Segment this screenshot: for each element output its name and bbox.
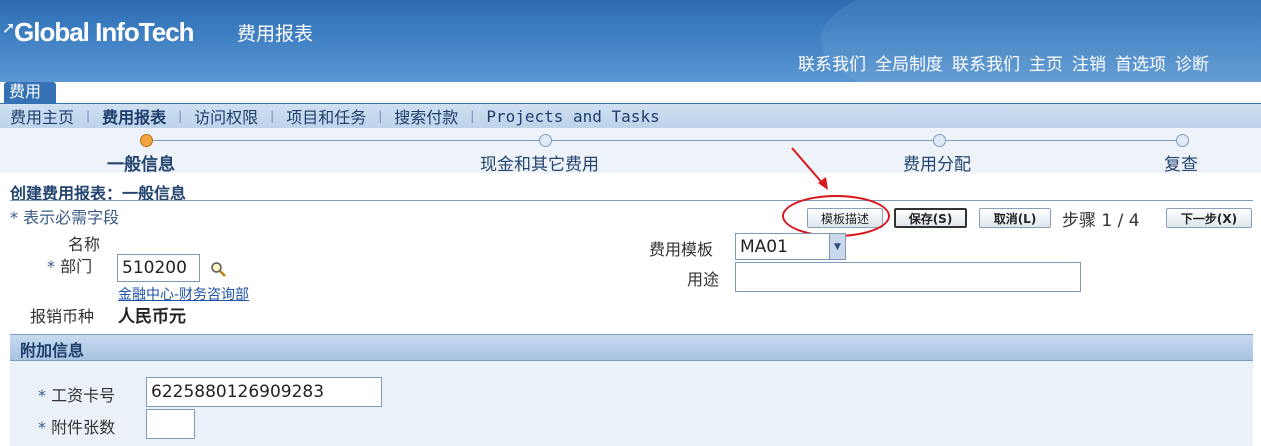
train-step-review[interactable]: 复查 — [1164, 150, 1198, 175]
dept-description-link[interactable]: 金融中心-财务咨询部 — [118, 284, 249, 304]
template-select-value: MA01 — [740, 236, 788, 257]
process-train: 一般信息 现金和其它费用 费用分配 复查 — [0, 128, 1261, 175]
page-title-divider — [10, 200, 1253, 201]
required-star: * — [47, 257, 55, 276]
train-step-dot-review[interactable] — [1176, 134, 1189, 147]
section-title: 附加信息 — [20, 341, 85, 360]
salary-card-input[interactable]: 6225880126909283 — [146, 377, 382, 407]
attach-label: 附件张数 — [51, 418, 116, 437]
additional-info-header: 附加信息 — [10, 334, 1253, 361]
app-header: ➚ Global InfoTech 费用报表 联系我们 全局制度 联系我们 主页… — [0, 0, 1261, 82]
subnav-expense-home[interactable]: 费用主页 — [10, 104, 74, 128]
app-title: 费用报表 — [237, 23, 314, 45]
sub-navigation: 费用主页 | 费用报表 | 访问权限 | 项目和任务 | 搜索付款 | Proj… — [0, 103, 1261, 128]
subnav-separator: | — [86, 109, 91, 123]
tab-expense[interactable]: 费用 — [4, 82, 56, 103]
company-logo: Global InfoTech — [14, 17, 195, 47]
magnifier-icon[interactable] — [210, 261, 227, 278]
dept-label: 部门 — [60, 257, 93, 276]
train-step-general: 一般信息 — [107, 155, 175, 175]
attachment-count-input[interactable] — [146, 409, 195, 439]
next-button[interactable]: 下一步(X) — [1166, 208, 1252, 228]
currency-label: 报销币种 — [30, 307, 95, 326]
train-step-cash[interactable]: 现金和其它费用 — [480, 150, 599, 175]
global-link-diagnostics[interactable]: 诊断 — [1175, 50, 1209, 75]
cancel-button[interactable]: 取消(L) — [979, 208, 1051, 228]
purpose-label: 用途 — [687, 270, 720, 289]
train-step-dot-allocation[interactable] — [933, 134, 946, 147]
subnav-separator: | — [270, 109, 275, 123]
global-link-contact[interactable]: 联系我们 — [798, 50, 866, 75]
save-button[interactable]: 保存(S) — [894, 208, 967, 228]
train-line — [146, 140, 1183, 141]
currency-value: 人民币元 — [118, 307, 186, 327]
subnav-projects-tasks-cn[interactable]: 项目和任务 — [286, 104, 366, 128]
card-label: 工资卡号 — [51, 386, 116, 405]
subnav-separator: | — [178, 109, 183, 123]
global-link-preferences[interactable]: 首选项 — [1115, 50, 1166, 75]
attach-label-row: * 附件张数 — [38, 414, 115, 438]
required-star: * — [38, 418, 46, 437]
global-link-contact-2[interactable]: 联系我们 — [952, 50, 1020, 75]
subnav-projects-tasks-en[interactable]: Projects and Tasks — [486, 107, 659, 126]
annotation-arrow-icon — [791, 147, 828, 190]
dept-label-row: * 部门 — [47, 253, 92, 277]
global-link-home[interactable]: 主页 — [1029, 50, 1063, 75]
subnav-separator: | — [470, 109, 475, 123]
annotation-ellipse — [782, 195, 890, 237]
train-step-dot-general — [140, 134, 153, 147]
required-hint: * 表示必需字段 — [10, 208, 120, 227]
dept-input[interactable]: 510200 — [117, 254, 200, 282]
global-link-policy[interactable]: 全局制度 — [875, 50, 943, 75]
subnav-expense-reports[interactable]: 费用报表 — [102, 104, 166, 128]
name-label: 名称 — [68, 235, 101, 254]
step-indicator: 步骤 1 / 4 — [1062, 211, 1140, 231]
card-label-row: * 工资卡号 — [38, 382, 115, 406]
subnav-search-payments[interactable]: 搜索付款 — [394, 104, 458, 128]
train-step-dot-cash[interactable] — [539, 134, 552, 147]
tab-bar: 费用 — [0, 82, 1261, 103]
required-star: * — [38, 386, 46, 405]
subnav-access[interactable]: 访问权限 — [194, 104, 258, 128]
template-label: 费用模板 — [649, 240, 714, 259]
purpose-input[interactable] — [735, 262, 1081, 292]
train-step-allocation[interactable]: 费用分配 — [903, 150, 971, 175]
global-links: 联系我们 全局制度 联系我们 主页 注销 首选项 诊断 — [798, 50, 1209, 75]
chevron-down-icon[interactable]: ▼ — [829, 234, 845, 259]
subnav-separator: | — [378, 109, 383, 123]
template-select[interactable]: MA01 ▼ — [735, 233, 846, 260]
global-link-logout[interactable]: 注销 — [1072, 50, 1106, 75]
